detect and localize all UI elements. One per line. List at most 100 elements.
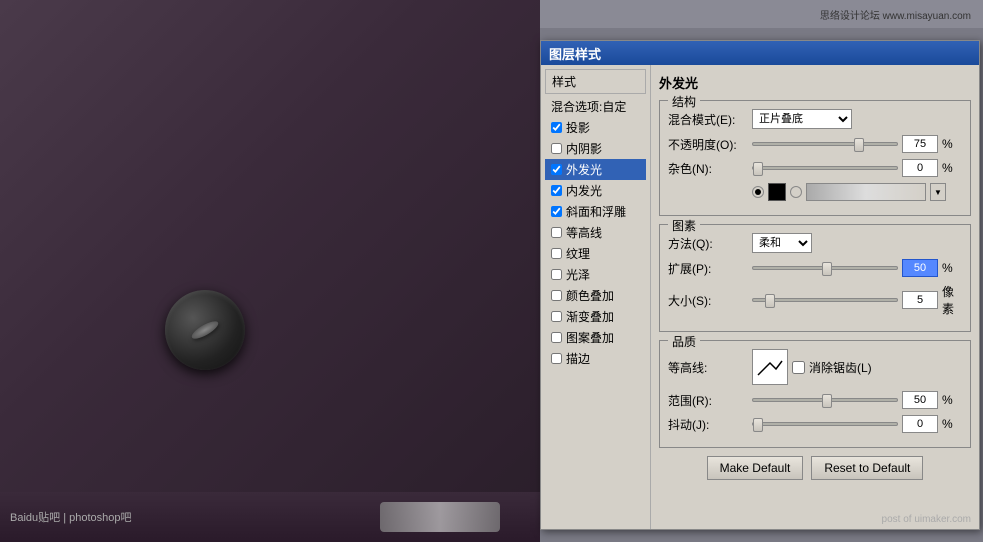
- satin-checkbox[interactable]: [551, 269, 562, 280]
- method-select[interactable]: 柔和: [752, 233, 812, 253]
- opacity-slider-thumb[interactable]: [854, 138, 864, 152]
- pattern-overlay-label: 图案叠加: [566, 329, 614, 346]
- stroke-label: 描边: [566, 350, 590, 367]
- dialog-title: 图层样式: [549, 44, 601, 63]
- sidebar-item-blending[interactable]: 混合选项:自定: [545, 96, 646, 117]
- opacity-slider-track[interactable]: [752, 142, 898, 146]
- spread-input[interactable]: [902, 259, 938, 277]
- bevel-label: 斜面和浮雕: [566, 203, 626, 220]
- outer-glow-label: 外发光: [566, 161, 602, 178]
- sidebar-item-inner-shadow[interactable]: 内阴影: [545, 138, 646, 159]
- sidebar-item-contour-sub[interactable]: 等高线: [545, 222, 646, 243]
- inner-shadow-checkbox[interactable]: [551, 143, 562, 154]
- drop-shadow-checkbox[interactable]: [551, 122, 562, 133]
- range-row: 范围(R): %: [668, 391, 962, 409]
- gradient-overlay-checkbox[interactable]: [551, 311, 562, 322]
- range-input[interactable]: [902, 391, 938, 409]
- knob-decoration: [165, 290, 245, 370]
- quality-section: 品质 等高线: 消除锯齿(L) 范围(R):: [659, 340, 971, 448]
- color-row: ▼: [668, 183, 962, 201]
- size-slider-track[interactable]: [752, 298, 898, 302]
- radio-solid-color[interactable]: [752, 186, 764, 198]
- sidebar-item-drop-shadow[interactable]: 投影: [545, 117, 646, 138]
- bottom-logo-text: Baidu贴吧 | photoshop吧: [10, 509, 131, 525]
- outer-glow-section-title: 外发光: [659, 73, 971, 92]
- panel-header-styles: 样式: [545, 69, 646, 94]
- blend-mode-row: 混合模式(E): 正片叠底: [668, 109, 962, 129]
- contour-preview[interactable]: [752, 349, 788, 385]
- jitter-row: 抖动(J): %: [668, 415, 962, 433]
- opacity-row: 不透明度(O): %: [668, 135, 962, 153]
- spread-slider-thumb[interactable]: [822, 262, 832, 276]
- structure-section: 结构 混合模式(E): 正片叠底 不透明度(O): %: [659, 100, 971, 216]
- opacity-unit: %: [942, 137, 962, 151]
- gradient-preview[interactable]: [806, 183, 926, 201]
- size-row: 大小(S): 像素: [668, 283, 962, 317]
- method-label: 方法(Q):: [668, 235, 748, 252]
- bevel-checkbox[interactable]: [551, 206, 562, 217]
- color-overlay-checkbox[interactable]: [551, 290, 562, 301]
- jitter-label: 抖动(J):: [668, 416, 748, 433]
- sidebar-item-inner-glow[interactable]: 内发光: [545, 180, 646, 201]
- blend-mode-select[interactable]: 正片叠底: [752, 109, 852, 129]
- noise-row: 杂色(N): %: [668, 159, 962, 177]
- size-label: 大小(S):: [668, 292, 748, 309]
- range-label: 范围(R):: [668, 392, 748, 409]
- dialog-titlebar: 图层样式: [541, 41, 979, 65]
- contour-label: 等高线:: [668, 359, 748, 376]
- outer-glow-checkbox[interactable]: [551, 164, 562, 175]
- jitter-unit: %: [942, 417, 962, 431]
- inner-glow-checkbox[interactable]: [551, 185, 562, 196]
- anti-alias-checkbox[interactable]: [792, 361, 805, 374]
- opacity-input[interactable]: [902, 135, 938, 153]
- range-slider-track[interactable]: [752, 398, 898, 402]
- sidebar-item-gradient-overlay[interactable]: 渐变叠加: [545, 306, 646, 327]
- make-default-button[interactable]: Make Default: [707, 456, 804, 480]
- color-swatch[interactable]: [768, 183, 786, 201]
- size-input[interactable]: [902, 291, 938, 309]
- reset-to-default-button[interactable]: Reset to Default: [811, 456, 923, 480]
- bottom-strip: Baidu贴吧 | photoshop吧: [0, 492, 540, 542]
- color-overlay-label: 颜色叠加: [566, 287, 614, 304]
- satin-label: 光泽: [566, 266, 590, 283]
- sidebar-item-satin[interactable]: 光泽: [545, 264, 646, 285]
- jitter-slider-track[interactable]: [752, 422, 898, 426]
- noise-slider-track[interactable]: [752, 166, 898, 170]
- anti-alias-text: 消除锯齿(L): [809, 359, 872, 376]
- pattern-overlay-checkbox[interactable]: [551, 332, 562, 343]
- sidebar-item-bevel[interactable]: 斜面和浮雕: [545, 201, 646, 222]
- structure-label: 结构: [668, 93, 700, 110]
- texture-sub-checkbox[interactable]: [551, 248, 562, 259]
- contour-sub-label: 等高线: [566, 224, 602, 241]
- top-bar: 思络设计论坛 www.misayuan.com: [540, 0, 983, 28]
- size-slider-thumb[interactable]: [765, 294, 775, 308]
- anti-alias-label: 消除锯齿(L): [792, 359, 872, 376]
- noise-slider-thumb[interactable]: [753, 162, 763, 176]
- contour-sub-checkbox[interactable]: [551, 227, 562, 238]
- elements-section: 图素 方法(Q): 柔和 扩展(P): %: [659, 224, 971, 332]
- texture-sub-label: 纹理: [566, 245, 590, 262]
- inner-shadow-label: 内阴影: [566, 140, 602, 157]
- sidebar-item-stroke[interactable]: 描边: [545, 348, 646, 369]
- jitter-input[interactable]: [902, 415, 938, 433]
- spread-row: 扩展(P): %: [668, 259, 962, 277]
- opacity-label: 不透明度(O):: [668, 136, 748, 153]
- bottom-bright: [380, 502, 500, 532]
- jitter-slider-thumb[interactable]: [753, 418, 763, 432]
- layer-style-dialog: 图层样式 样式 混合选项:自定 投影 内阴影 外发光 内发光: [540, 40, 980, 530]
- sidebar-item-outer-glow[interactable]: 外发光: [545, 159, 646, 180]
- size-unit: 像素: [942, 283, 962, 317]
- sidebar-item-texture-sub[interactable]: 纹理: [545, 243, 646, 264]
- spread-slider-track[interactable]: [752, 266, 898, 270]
- gradient-dropdown-btn[interactable]: ▼: [930, 183, 946, 201]
- blend-mode-label: 混合模式(E):: [668, 111, 748, 128]
- range-slider-thumb[interactable]: [822, 394, 832, 408]
- sidebar-item-color-overlay[interactable]: 颜色叠加: [545, 285, 646, 306]
- sidebar-item-pattern-overlay[interactable]: 图案叠加: [545, 327, 646, 348]
- radio-gradient[interactable]: [790, 186, 802, 198]
- left-panel: 样式 混合选项:自定 投影 内阴影 外发光 内发光 斜面和浮: [541, 65, 651, 529]
- noise-input[interactable]: [902, 159, 938, 177]
- knob-inner: [190, 318, 221, 342]
- gradient-overlay-label: 渐变叠加: [566, 308, 614, 325]
- stroke-checkbox[interactable]: [551, 353, 562, 364]
